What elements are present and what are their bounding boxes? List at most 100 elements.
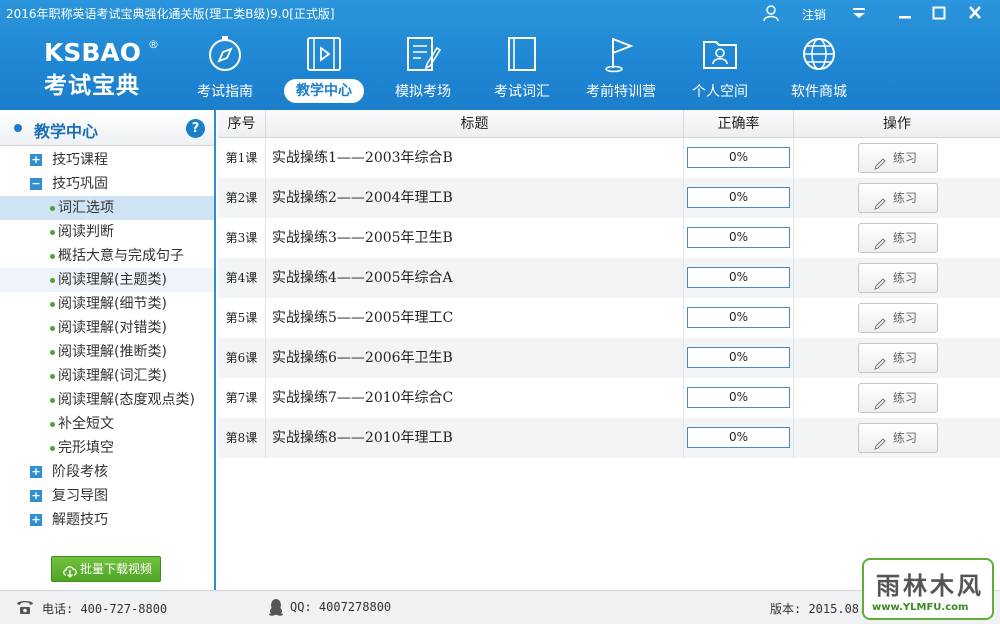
batch-download-button[interactable]: 批量下载视频 (51, 556, 161, 582)
op-cell: 练习 (794, 258, 1000, 298)
sidebar: 教学中心 ? + 技巧课程 − 技巧巩固 词汇选项 阅读判断 概括大意与完成句子… (0, 110, 216, 590)
tree-item[interactable]: 阅读理解(细节类) (0, 292, 214, 316)
tree-group-stage-assessment[interactable]: + 阶段考核 (0, 460, 214, 484)
tree-label: 补全短文 (58, 416, 114, 432)
nav-personal-space[interactable]: 个人空间 (670, 34, 770, 106)
lesson-title[interactable]: 实战操练8——2010年理工B (266, 418, 684, 458)
op-cell: 练习 (794, 338, 1000, 378)
pencil-icon (874, 232, 886, 250)
sidebar-header: 教学中心 ? (0, 110, 214, 146)
tree-item[interactable]: 概括大意与完成句子 (0, 244, 214, 268)
practice-button[interactable]: 练习 (858, 383, 938, 413)
rate-cell: 0% (684, 258, 794, 298)
op-cell: 练习 (794, 218, 1000, 258)
nav-training-camp[interactable]: 考前特训营 (571, 34, 671, 106)
accuracy-value: 0% (687, 187, 790, 208)
minimize-icon[interactable] (894, 3, 916, 23)
lesson-title[interactable]: 实战操练2——2004年理工B (266, 178, 684, 218)
practice-button[interactable]: 练习 (858, 143, 938, 173)
help-icon[interactable]: ? (186, 119, 205, 138)
practice-label: 练习 (893, 391, 918, 405)
lesson-table: 序号 标题 正确率 操作 第1课 实战操练1——2003年综合B 0% 练习 第2课 实战… (218, 110, 1000, 590)
tree-label: 阅读判断 (58, 224, 114, 240)
nav-exam-vocab[interactable]: 考试词汇 (472, 34, 572, 106)
maximize-icon[interactable] (928, 3, 950, 23)
tree-item-vocab-options[interactable]: 词汇选项 (0, 196, 214, 220)
nav-teaching-center[interactable]: 教学中心 (274, 34, 374, 106)
lesson-title[interactable]: 实战操练3——2005年卫生B (266, 218, 684, 258)
title-bar: 2016年职称英语考试宝典强化通关版(理工类B级)9.0[正式版] 注销 (0, 0, 1000, 28)
practice-label: 练习 (893, 151, 918, 165)
lesson-title[interactable]: 实战操练1——2003年综合B (266, 138, 684, 178)
tree-item[interactable]: 阅读判断 (0, 220, 214, 244)
nav-software-store[interactable]: 软件商城 (769, 34, 869, 106)
logo-reg: ® (148, 38, 159, 51)
nav-mock-exam[interactable]: 模拟考场 (373, 34, 473, 106)
practice-button[interactable]: 练习 (858, 343, 938, 373)
nav-exam-guide[interactable]: 考试指南 (175, 34, 275, 106)
bullet-icon (50, 374, 55, 379)
tree-group-skill-course[interactable]: + 技巧课程 (0, 148, 214, 172)
user-icon[interactable] (762, 4, 780, 22)
expand-icon[interactable]: + (30, 466, 42, 478)
tree-label: 技巧课程 (52, 152, 108, 168)
accuracy-value: 0% (687, 427, 790, 448)
dropdown-menu-icon[interactable] (848, 3, 870, 23)
expand-icon[interactable]: + (30, 490, 42, 502)
lesson-title[interactable]: 实战操练5——2005年理工C (266, 298, 684, 338)
accuracy-value: 0% (687, 387, 790, 408)
practice-button[interactable]: 练习 (858, 263, 938, 293)
practice-button[interactable]: 练习 (858, 183, 938, 213)
practice-button[interactable]: 练习 (858, 223, 938, 253)
pencil-icon (874, 312, 886, 330)
tree-item[interactable]: 补全短文 (0, 412, 214, 436)
lesson-number: 第6课 (218, 338, 266, 378)
lesson-title[interactable]: 实战操练6——2006年卫生B (266, 338, 684, 378)
tree-item[interactable]: 阅读理解(对错类) (0, 316, 214, 340)
rate-cell: 0% (684, 418, 794, 458)
tree-item[interactable]: 阅读理解(主题类) (0, 268, 214, 292)
tree-label: 技巧巩固 (52, 176, 108, 192)
bullet-icon (50, 206, 55, 211)
practice-button[interactable]: 练习 (858, 423, 938, 453)
tree-label: 阅读理解(词汇类) (58, 368, 167, 384)
phone-number: 电话: 400-727-8800 (42, 602, 168, 616)
bullet-icon (50, 350, 55, 355)
globe-icon (799, 34, 839, 74)
op-cell: 练习 (794, 378, 1000, 418)
tree-label: 概括大意与完成句子 (58, 248, 184, 264)
practice-button[interactable]: 练习 (858, 303, 938, 333)
rate-cell: 0% (684, 178, 794, 218)
tree-item[interactable]: 完形填空 (0, 436, 214, 460)
bullet-icon (50, 446, 55, 451)
tree-label: 复习导图 (52, 488, 108, 504)
tree-item[interactable]: 阅读理解(态度观点类) (0, 388, 214, 412)
accuracy-value: 0% (687, 267, 790, 288)
phone-icon (16, 599, 34, 615)
tree-label: 完形填空 (58, 440, 114, 456)
practice-label: 练习 (893, 351, 918, 365)
practice-label: 练习 (893, 431, 918, 445)
close-icon[interactable] (964, 3, 986, 23)
ksbao-logo: KSBAO ® 考试宝典 (44, 38, 164, 99)
expand-icon[interactable]: + (30, 514, 42, 526)
nav-label: 软件商城 (791, 84, 847, 100)
logout-link[interactable]: 注销 (802, 6, 826, 23)
op-cell: 练习 (794, 298, 1000, 338)
tree-group-review-map[interactable]: + 复习导图 (0, 484, 214, 508)
practice-label: 练习 (893, 231, 918, 245)
collapse-icon[interactable]: − (30, 178, 42, 190)
tree-label: 阅读理解(主题类) (58, 272, 167, 288)
tree-item[interactable]: 阅读理解(词汇类) (0, 364, 214, 388)
tree-group-skill-review[interactable]: − 技巧巩固 (0, 172, 214, 196)
table-row: 第4课 实战操练4——2005年综合A 0% 练习 (218, 258, 1000, 298)
expand-icon[interactable]: + (30, 154, 42, 166)
tree-group-solving-skills[interactable]: + 解题技巧 (0, 508, 214, 532)
lesson-number: 第5课 (218, 298, 266, 338)
tree-label: 词汇选项 (58, 200, 114, 216)
col-header-title: 标题 (266, 110, 684, 138)
lesson-title[interactable]: 实战操练7——2010年综合C (266, 378, 684, 418)
lesson-title[interactable]: 实战操练4——2005年综合A (266, 258, 684, 298)
tree-item[interactable]: 阅读理解(推断类) (0, 340, 214, 364)
rate-cell: 0% (684, 298, 794, 338)
